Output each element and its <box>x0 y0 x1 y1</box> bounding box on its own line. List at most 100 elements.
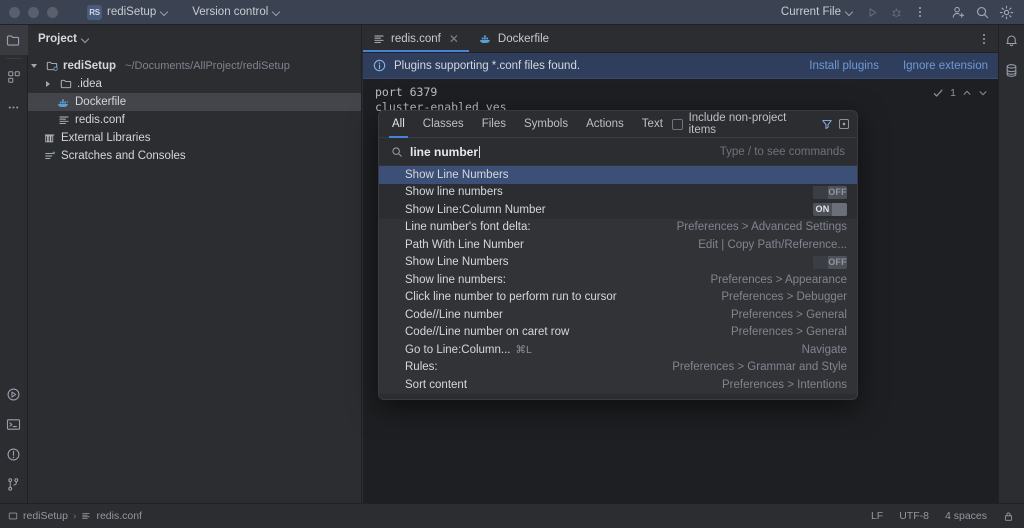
toggle-knob <box>813 185 828 199</box>
close-icon[interactable]: ✕ <box>449 32 459 46</box>
tree-node-label: Dockerfile <box>75 96 127 108</box>
result-location: Navigate <box>801 343 847 356</box>
result-row[interactable]: Sort content Preferences > Intentions <box>379 376 857 394</box>
gear-icon[interactable] <box>994 0 1018 25</box>
structure-icon[interactable] <box>0 62 28 92</box>
install-plugins-link[interactable]: Install plugins <box>809 60 879 72</box>
result-toggle-on[interactable]: ON <box>813 203 847 217</box>
editor-tab-dockerfile[interactable]: Dockerfile <box>469 25 559 52</box>
tree-expander[interactable] <box>42 81 54 87</box>
project-folder-icon[interactable] <box>0 25 28 55</box>
tab-label: All <box>392 118 405 130</box>
ide-window: RS rediSetup Version control Current Fil… <box>0 0 1024 528</box>
result-row[interactable]: Show Line Numbers <box>379 166 857 184</box>
conf-file-icon <box>56 114 71 126</box>
chevron-down-icon <box>846 9 853 16</box>
minimize-window-button[interactable] <box>28 6 39 18</box>
rail-divider <box>5 58 22 59</box>
tree-node-external-libraries[interactable]: External Libraries <box>28 129 361 147</box>
result-toggle-off[interactable]: OFF <box>813 255 847 269</box>
line-separator-indicator[interactable]: LF <box>863 510 891 522</box>
result-row[interactable]: Path With Line Number Edit | Copy Path/R… <box>379 236 857 254</box>
left-tool-rail <box>0 25 28 503</box>
tree-node-scratches[interactable]: Scratches and Consoles <box>28 147 361 165</box>
tab-all[interactable]: All <box>383 111 414 138</box>
filter-funnel-icon[interactable] <box>818 118 835 130</box>
result-row[interactable]: Show Line:Column Number ON <box>379 201 857 219</box>
result-row[interactable]: Click line number to perform run to curs… <box>379 288 857 306</box>
breadcrumb-item-project[interactable]: rediSetup <box>23 510 68 522</box>
project-tool-window: Project rediSetup ~/Documents/AllProject… <box>28 25 362 503</box>
chevron-down-icon[interactable] <box>978 88 988 98</box>
result-row[interactable]: Show Line Numbers OFF <box>379 253 857 271</box>
tree-node-label: rediSetup <box>63 60 117 72</box>
search-input[interactable]: line number <box>410 145 481 159</box>
right-tool-rail <box>998 25 1024 503</box>
git-branch-icon[interactable] <box>0 469 28 499</box>
version-control-menu[interactable]: Version control <box>185 0 287 25</box>
tree-node-idea[interactable]: .idea <box>28 75 361 93</box>
result-row[interactable]: Code//Line number on caret row Preferenc… <box>379 323 857 341</box>
result-location: Preferences > Appearance <box>710 273 848 286</box>
search-input-row[interactable]: line number Type / to see commands <box>379 138 857 166</box>
add-user-icon[interactable] <box>946 0 970 25</box>
tab-classes[interactable]: Classes <box>414 111 473 138</box>
problems-icon[interactable] <box>0 439 28 469</box>
search-results-list[interactable]: Show Line Numbers Show line numbers OFF … <box>379 166 857 399</box>
result-location: Edit | Copy Path/Reference... <box>698 238 847 251</box>
tree-node-redisetup[interactable]: rediSetup ~/Documents/AllProject/rediSet… <box>28 57 361 75</box>
editor-tab-more-icon[interactable] <box>970 25 998 52</box>
breadcrumb-item-file[interactable]: redis.conf <box>96 510 142 522</box>
bell-icon[interactable] <box>998 25 1024 55</box>
result-toggle-off[interactable]: OFF <box>813 185 847 199</box>
inspection-widget[interactable]: 1 <box>933 87 988 99</box>
result-location: Preferences > Grammar and Style <box>672 361 847 374</box>
result-row[interactable]: Line number's font delta: Preferences > … <box>379 218 857 236</box>
result-row[interactable]: Go to Line:Column... ⌘L Navigate <box>379 341 857 359</box>
options-square-icon[interactable] <box>836 118 853 130</box>
database-icon[interactable] <box>998 55 1024 85</box>
search-everywhere-dialog[interactable]: All Classes Files Symbols Actions Text I… <box>378 110 858 400</box>
encoding-indicator[interactable]: UTF-8 <box>891 510 937 522</box>
more-horizontal-icon[interactable] <box>0 92 28 122</box>
project-panel-header[interactable]: Project <box>28 25 361 53</box>
more-actions-button[interactable] <box>908 0 932 25</box>
ignore-extension-link[interactable]: Ignore extension <box>903 60 988 72</box>
chevron-down-icon[interactable] <box>82 36 89 43</box>
editor-tab-redis-conf[interactable]: redis.conf ✕ <box>363 25 469 52</box>
tab-text[interactable]: Text <box>633 111 672 138</box>
chevron-up-icon[interactable] <box>962 88 972 98</box>
editor-notification-bar: Plugins supporting *.conf files found. I… <box>363 53 998 79</box>
project-panel-title: Project <box>38 33 77 45</box>
include-non-project-items-checkbox[interactable]: Include non-project items <box>671 112 818 136</box>
result-title: Path With Line Number <box>405 238 524 251</box>
run-button[interactable] <box>860 0 884 25</box>
tab-actions[interactable]: Actions <box>577 111 633 138</box>
run-configuration-selector[interactable]: Current File <box>774 0 860 25</box>
result-row[interactable]: Show line numbers: Preferences > Appeara… <box>379 271 857 289</box>
tree-node-redis-conf[interactable]: redis.conf <box>28 111 361 129</box>
result-row[interactable]: Code//Line number Preferences > General <box>379 306 857 324</box>
window-controls[interactable] <box>0 6 58 18</box>
checkbox-label: Include non-project items <box>688 112 787 136</box>
breadcrumb[interactable]: rediSetup › redis.conf <box>0 510 142 522</box>
tree-node-dockerfile[interactable]: Dockerfile <box>28 93 361 111</box>
close-window-button[interactable] <box>9 6 20 18</box>
result-row[interactable]: Rules: Preferences > Grammar and Style <box>379 358 857 376</box>
tab-symbols[interactable]: Symbols <box>515 111 577 138</box>
toggle-knob <box>813 255 828 269</box>
debug-button[interactable] <box>884 0 908 25</box>
project-tree[interactable]: rediSetup ~/Documents/AllProject/rediSet… <box>28 53 361 165</box>
terminal-icon[interactable] <box>0 409 28 439</box>
code-line: port 6379 <box>375 85 438 99</box>
tab-files[interactable]: Files <box>473 111 515 138</box>
result-row[interactable]: Show line numbers OFF <box>379 184 857 202</box>
indent-indicator[interactable]: 4 spaces <box>937 510 995 522</box>
editor-tab-label: Dockerfile <box>497 32 550 45</box>
search-icon[interactable] <box>970 0 994 25</box>
run-panel-icon[interactable] <box>0 379 28 409</box>
maximize-window-button[interactable] <box>47 6 58 18</box>
lock-icon[interactable] <box>995 511 1024 522</box>
project-selector[interactable]: RS rediSetup <box>80 0 175 25</box>
tree-expander[interactable] <box>28 63 40 69</box>
